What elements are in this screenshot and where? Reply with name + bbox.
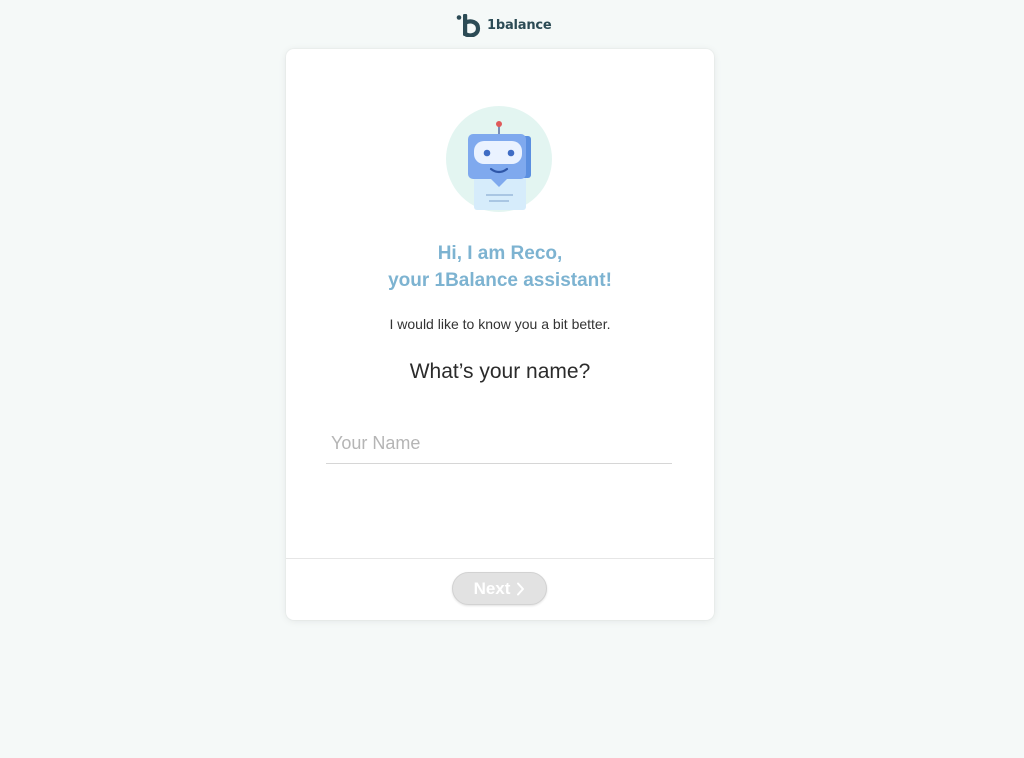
avatar xyxy=(446,106,552,212)
chevron-right-icon xyxy=(517,582,525,595)
brand-name: 1balance xyxy=(487,17,552,33)
assistant-subtitle: I would like to know you a bit better. xyxy=(389,316,611,332)
greeting-line-2: your 1Balance assistant! xyxy=(388,270,612,291)
next-button-label: Next xyxy=(473,578,511,598)
assistant-greeting: Hi, I am Reco, your 1Balance assistant! xyxy=(286,240,714,294)
next-button[interactable]: Next xyxy=(452,572,547,605)
onboarding-page: 1balance Hi, I am Reco, your 1Balance as… xyxy=(0,0,1024,758)
name-question: What’s your name? xyxy=(409,360,591,383)
assistant-card: Hi, I am Reco, your 1Balance assistant! … xyxy=(286,49,714,620)
brand-logo: 1balance xyxy=(456,13,552,37)
footer-divider xyxy=(286,558,714,559)
name-input[interactable] xyxy=(326,423,672,464)
greeting-line-1: Hi, I am Reco, xyxy=(437,243,563,264)
1balance-logo-icon xyxy=(456,13,481,37)
robot-icon xyxy=(468,121,531,210)
